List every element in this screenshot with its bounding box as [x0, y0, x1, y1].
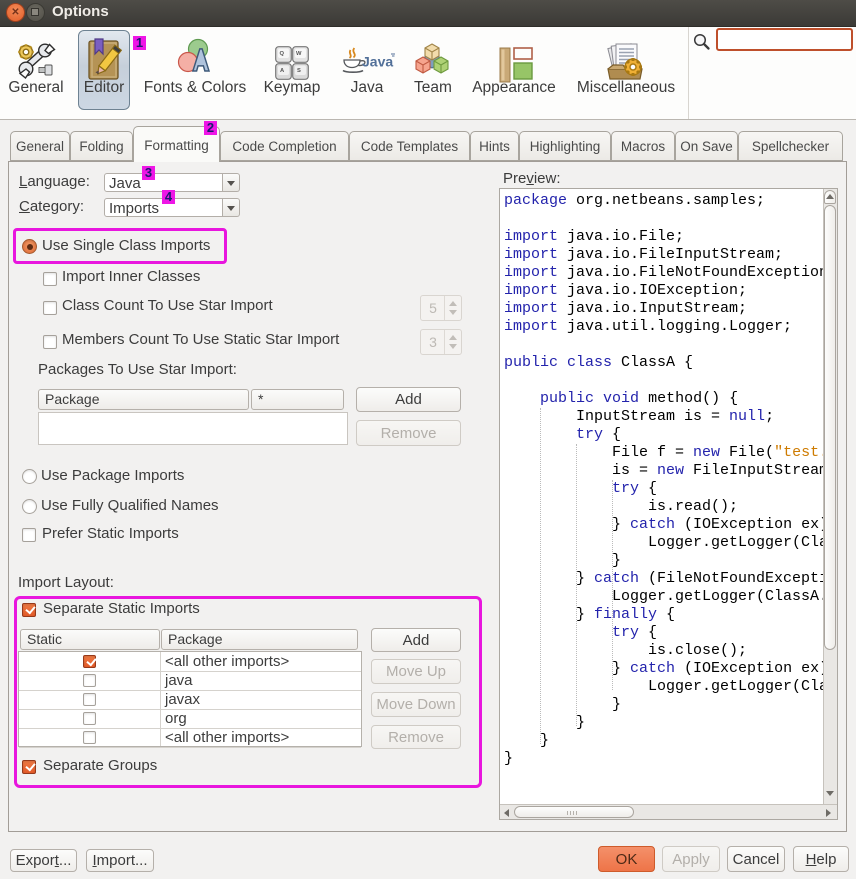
svg-text:Java: Java — [362, 54, 393, 70]
svg-text:S: S — [297, 68, 301, 74]
svg-text:Q: Q — [280, 51, 285, 57]
svg-text:W: W — [296, 51, 302, 57]
